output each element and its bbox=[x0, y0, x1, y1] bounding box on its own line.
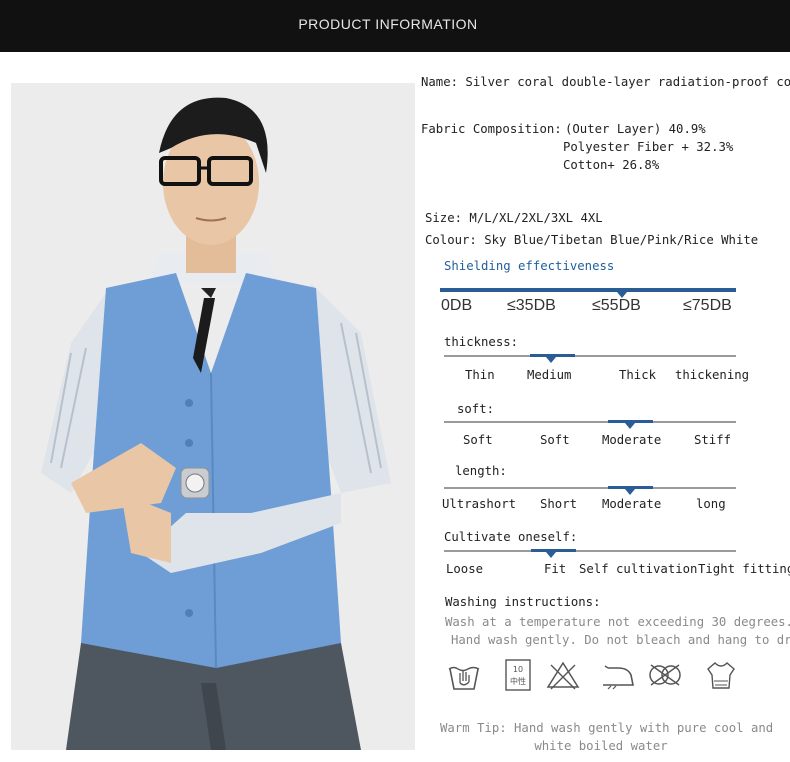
cultivate-option-2: Self cultivation bbox=[579, 562, 698, 576]
length-option-3: long bbox=[696, 497, 726, 511]
soft-option-2: Moderate bbox=[602, 433, 662, 447]
hang-dry-icon bbox=[707, 662, 735, 689]
header-title: PRODUCT INFORMATION bbox=[298, 16, 478, 32]
soft-selected-marker bbox=[625, 423, 635, 429]
warm-tip-line-2: white boiled water bbox=[534, 739, 668, 753]
no-bleach-icon bbox=[546, 661, 580, 690]
cultivate-line bbox=[444, 550, 736, 552]
fabric-line-1: (Outer Layer) 40.9% bbox=[565, 122, 706, 136]
cultivate-option-0: Loose bbox=[446, 562, 484, 576]
header-bar: PRODUCT INFORMATION bbox=[0, 0, 790, 52]
thickness-option-3: thickening bbox=[675, 368, 750, 382]
cultivate-selected-marker bbox=[546, 552, 556, 558]
neutral-detergent-icon: 10 中性 bbox=[505, 659, 531, 691]
thickness-line bbox=[444, 355, 736, 357]
washing-line-2: Hand wash gently. Do not bleach and hang… bbox=[451, 633, 790, 647]
product-name: Name: Silver coral double-layer radiatio… bbox=[421, 75, 790, 89]
product-photo bbox=[11, 83, 415, 750]
thickness-option-1: Medium bbox=[527, 368, 572, 382]
soft-option-3: Stiff bbox=[694, 433, 732, 447]
soft-line bbox=[444, 421, 736, 423]
soft-option-0: Soft bbox=[463, 433, 493, 447]
size-text: Size: M/L/XL/2XL/3XL 4XL bbox=[425, 211, 603, 225]
shielding-scale-line bbox=[440, 288, 736, 292]
length-option-2: Moderate bbox=[602, 497, 662, 511]
thickness-option-2: Thick bbox=[619, 368, 657, 382]
thickness-option-0: Thin bbox=[465, 368, 495, 382]
thickness-selected-marker bbox=[546, 357, 556, 363]
length-option-1: Short bbox=[540, 497, 578, 511]
detergent-number: 10 bbox=[513, 665, 523, 674]
washing-label: Washing instructions: bbox=[445, 595, 601, 609]
hand-wash-icon bbox=[448, 666, 480, 690]
fabric-line-2: Polyester Fiber + 32.3% bbox=[563, 140, 734, 154]
length-option-0: Ultrashort bbox=[442, 497, 517, 511]
length-label: length: bbox=[455, 464, 507, 478]
soft-option-1: Soft bbox=[540, 433, 570, 447]
detergent-label: 中性 bbox=[510, 676, 526, 686]
shielding-scale-2: ≤55DB bbox=[592, 297, 641, 314]
shielding-scale-1: ≤35DB bbox=[507, 297, 556, 314]
soft-label: soft: bbox=[457, 402, 495, 416]
fabric-line-3: Cotton+ 26.8% bbox=[563, 158, 660, 172]
low-iron-icon bbox=[603, 665, 634, 690]
cultivate-option-1: Fit bbox=[544, 562, 567, 576]
shielding-title: Shielding effectiveness bbox=[444, 259, 615, 273]
cultivate-option-3: Tight fitting bbox=[698, 562, 790, 576]
no-tumble-dry-icon bbox=[649, 664, 681, 686]
cultivate-label: Cultivate oneself: bbox=[444, 530, 578, 544]
thickness-label: thickness: bbox=[444, 335, 519, 349]
shielding-scale-3: ≤75DB bbox=[683, 297, 732, 314]
washing-line-1: Wash at a temperature not exceeding 30 d… bbox=[445, 615, 790, 629]
warm-tip-line-1: Warm Tip: Hand wash gently with pure coo… bbox=[440, 721, 774, 735]
length-line bbox=[444, 487, 736, 489]
fabric-label: Fabric Composition: bbox=[421, 122, 562, 136]
shielding-scale-0: 0DB bbox=[441, 297, 473, 314]
colour-text: Colour: Sky Blue/Tibetan Blue/Pink/Rice … bbox=[425, 233, 759, 247]
model-vest-illustration bbox=[11, 83, 415, 750]
